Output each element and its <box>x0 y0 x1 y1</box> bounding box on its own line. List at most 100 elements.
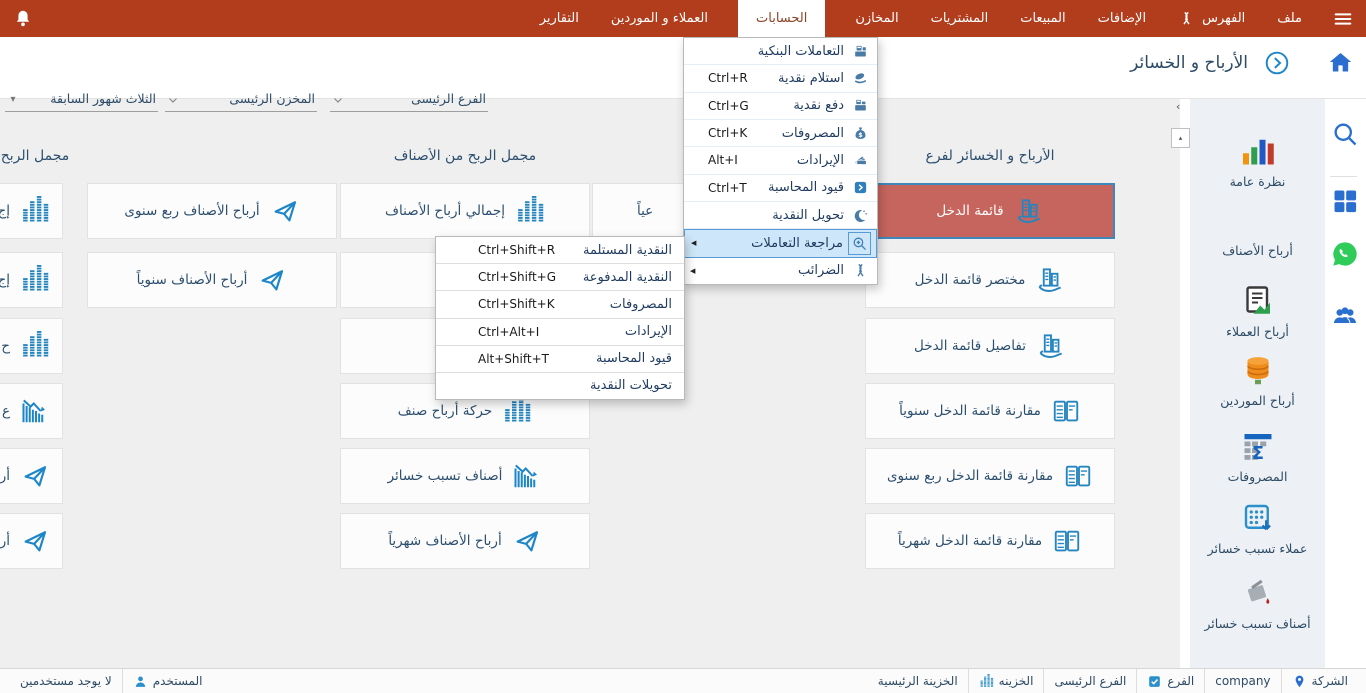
report-card-label: أرب <box>0 468 10 484</box>
report-card[interactable]: أرب <box>0 448 63 504</box>
report-card[interactable]: مقارنة قائمة الدخل شهرياً <box>865 513 1115 569</box>
topbar-menu-item[interactable]: التقارير <box>538 0 581 37</box>
menu-item[interactable]: التعاملات البنكية <box>684 38 877 65</box>
topbar-menu-item-active[interactable]: الحسابات <box>738 0 825 37</box>
report-card[interactable]: إج <box>0 252 63 308</box>
status-item: لا يوجد مستخدمين <box>10 669 122 693</box>
plane-icon <box>20 461 50 491</box>
topbar-menu-item[interactable]: ملف <box>1275 0 1304 37</box>
topbar-menu-item[interactable]: الفهرس <box>1176 0 1247 37</box>
magplus-icon <box>851 235 868 252</box>
menu-shortcut: Ctrl+G <box>708 99 749 113</box>
report-card-label: أصناف تسبب خسائر <box>388 468 503 484</box>
report-card[interactable]: أرباح الأصناف سنوياً <box>87 252 337 308</box>
home-icon[interactable] <box>1327 49 1354 76</box>
menu-item-highlighted[interactable]: مراجعة التعاملات ◀ <box>684 229 877 257</box>
scroll-up-button[interactable]: ▴ <box>1171 128 1190 148</box>
report-card[interactable]: أرباح الأصناف ربع سنوى <box>87 183 337 239</box>
submenu-item[interactable]: الإيراداتCtrl+Alt+I <box>436 319 684 346</box>
status-item-label: الخزينه <box>999 674 1034 688</box>
sidebar-item[interactable]: عملاء تسبب خسائر <box>1190 500 1325 556</box>
status-item: الفرع الرئيسى <box>1044 669 1136 693</box>
submenu-item[interactable]: المصروفاتCtrl+Shift+K <box>436 291 684 318</box>
sidebar-collapse-icon[interactable]: › <box>1176 100 1180 113</box>
sidebar-item-label: نظرة عامة <box>1190 174 1325 189</box>
submenu-item-label: تحويلات النقدية <box>590 378 672 393</box>
submenu-arrow-icon: ◀ <box>691 239 701 247</box>
status-item-label: المستخدم <box>153 674 203 688</box>
report-card[interactable]: إجمالي أرباح الأصناف <box>340 183 590 239</box>
moneyfan-icon <box>852 152 869 169</box>
review-transactions-submenu: النقدية المستلمةCtrl+Shift+Rالنقدية المد… <box>435 236 685 400</box>
status-separator <box>968 669 969 693</box>
users-icon[interactable] <box>1331 302 1359 330</box>
report-card[interactable]: تفاصيل قائمة الدخل <box>865 318 1115 374</box>
report-card[interactable]: ع <box>0 383 63 439</box>
report-card-label: إج <box>0 203 10 219</box>
report-card[interactable]: إج <box>0 183 63 239</box>
menu-item-label: التعاملات البنكية <box>758 44 844 59</box>
submenu-item[interactable]: النقدية المدفوعةCtrl+Shift+G <box>436 264 684 291</box>
report-card-label: مقارنة قائمة الدخل ربع سنوى <box>887 468 1053 484</box>
sidebar-item[interactable]: أرباح الموردين <box>1190 352 1325 408</box>
report-card-selected[interactable]: قائمة الدخل <box>865 183 1115 239</box>
report-card[interactable]: أصناف تسبب خسائر <box>340 448 590 504</box>
menu-item[interactable]: $المصروفاتCtrl+K <box>684 120 877 147</box>
plane-icon <box>270 196 300 226</box>
topbar-menu-item[interactable]: المبيعات <box>1018 0 1067 37</box>
filter-select-2[interactable]: المخزن الرئيسى <box>165 89 317 112</box>
topbar-menu-item[interactable]: الإضافات <box>1096 0 1148 37</box>
topbar-menu-item[interactable]: العملاء و الموردين <box>609 0 710 37</box>
report-card-label: قائمة الدخل <box>936 203 1003 219</box>
report-card[interactable]: أرب <box>0 513 63 569</box>
report-card-label: أرباح الأصناف سنوياً <box>137 272 248 288</box>
dborange-icon <box>1240 352 1276 388</box>
report-card-label: مقارنة قائمة الدخل سنوياً <box>899 403 1041 419</box>
sidebar-item[interactable]: أصناف تسبب خسائر <box>1190 575 1325 631</box>
hamburger-menu-icon[interactable] <box>1332 8 1354 30</box>
sidebar-item[interactable]: أرباح العملاء <box>1190 283 1325 339</box>
topbar-menu-label: المبيعات <box>1020 11 1065 26</box>
equalizer-icon <box>502 396 532 426</box>
sidebar-item[interactable]: Σالمصروفات <box>1190 428 1325 484</box>
submenu-item[interactable]: النقدية المستلمةCtrl+Shift+R <box>436 237 684 264</box>
status-right-group: الشركةcompanyالفرعالفرع الرئيسىالخزينهال… <box>868 669 1358 693</box>
apps-grid-icon[interactable] <box>1331 187 1359 215</box>
menu-item[interactable]: تحويل النقدية <box>684 202 877 229</box>
report-card[interactable]: مختصر قائمة الدخل <box>865 252 1115 308</box>
ribbon-icon <box>1178 10 1195 27</box>
status-separator <box>1043 669 1044 693</box>
status-item-label: لا يوجد مستخدمين <box>20 674 112 688</box>
notifications-bell-icon[interactable] <box>12 8 34 30</box>
menu-item-label: مراجعة التعاملات <box>751 236 843 251</box>
menu-shortcut: Ctrl+K <box>708 126 747 140</box>
submenu-item[interactable]: قيود المحاسبةAlt+Shift+T <box>436 346 684 373</box>
search-icon[interactable] <box>1331 120 1359 148</box>
menu-item[interactable]: استلام نقديةCtrl+R <box>684 65 877 92</box>
topbar-menu-item[interactable]: المشتريات <box>929 0 991 37</box>
ribbonblue-icon <box>852 262 869 279</box>
topbar-menu-label: العملاء و الموردين <box>611 11 708 26</box>
report-card[interactable]: أرباح الأصناف شهرياً <box>340 513 590 569</box>
report-card[interactable]: مقارنة قائمة الدخل ربع سنوى <box>865 448 1115 504</box>
gridarrow-icon <box>1240 500 1276 536</box>
whatsapp-icon[interactable] <box>1331 240 1359 268</box>
sidebar-item[interactable]: أرباح الأصناف <box>1190 243 1325 258</box>
menu-item[interactable]: دفع نقدية Ctrl+G <box>684 93 877 120</box>
filter-select-3[interactable]: الثلاث شهور السابقة▾ <box>5 89 158 112</box>
report-card-label: ح <box>1 338 10 354</box>
menu-item[interactable]: الضرائب◀ <box>684 258 877 284</box>
menu-item[interactable]: الإيراداتAlt+I <box>684 147 877 174</box>
report-card[interactable]: ح <box>0 318 63 374</box>
sidebar-item-label: أرباح الموردين <box>1190 393 1325 408</box>
report-card[interactable]: مقارنة قائمة الدخل سنوياً <box>865 383 1115 439</box>
sidebar-item-label: عملاء تسبب خسائر <box>1190 541 1325 556</box>
menu-item[interactable]: قيود المحاسبةCtrl+T <box>684 175 877 202</box>
filter-select-1[interactable]: الفرع الرئيسى <box>330 89 488 112</box>
sidebar-item[interactable]: نظرة عامة <box>1190 133 1325 189</box>
submenu-item[interactable]: تحويلات النقدية <box>436 373 684 399</box>
forward-circle-icon[interactable] <box>1264 50 1290 76</box>
menu-item-label: دفع نقدية <box>793 98 844 113</box>
topbar-menu-item[interactable]: المخازن <box>853 0 900 37</box>
submenu-item-label: قيود المحاسبة <box>596 351 672 366</box>
